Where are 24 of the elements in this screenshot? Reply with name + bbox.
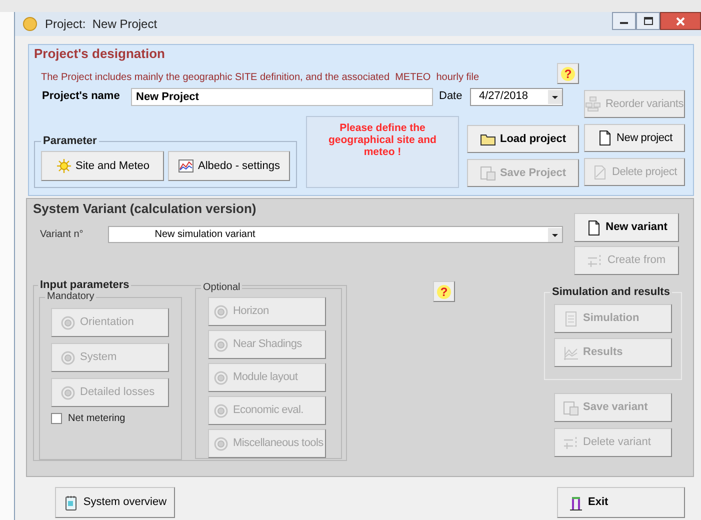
field-label: Project's name [42, 89, 121, 104]
help-button[interactable]: ? [557, 63, 579, 84]
description-text: The Project includes mainly the geographic SITE definition, and the associated METEO hourly file [41, 71, 480, 85]
project-button[interactable]: New project [584, 124, 685, 152]
parameter-button[interactable]: Site and Meteo [41, 151, 164, 181]
exit-button[interactable]: Exit [557, 487, 685, 518]
variant-dropdown[interactable]: New simulation variant [108, 226, 563, 243]
project-name-field[interactable]: New Project [131, 88, 433, 106]
overview-button[interactable]: System overview [55, 487, 175, 518]
field-label: Date [439, 89, 464, 104]
section-title: Project's designation [34, 46, 166, 61]
window-title: Project: New Project [45, 16, 158, 33]
help-button[interactable]: ? [433, 281, 455, 302]
group-title: Input parameters [38, 278, 132, 292]
project-button[interactable]: Load project [467, 125, 579, 153]
group-title: Mandatory [45, 291, 96, 303]
date-dropdown[interactable]: 4/27/2018 [470, 88, 563, 106]
checkbox-label: Net metering [68, 412, 126, 426]
parameter-button[interactable]: Albedo - settings [168, 151, 290, 181]
warning-text: Please define the geographical site and meteo ! [328, 122, 438, 160]
section-title: System Variant (calculation version) [33, 201, 258, 216]
variant-button[interactable]: New variant [574, 213, 679, 242]
field-label: Variant n° [40, 228, 84, 242]
group-title: Optional [201, 282, 242, 294]
